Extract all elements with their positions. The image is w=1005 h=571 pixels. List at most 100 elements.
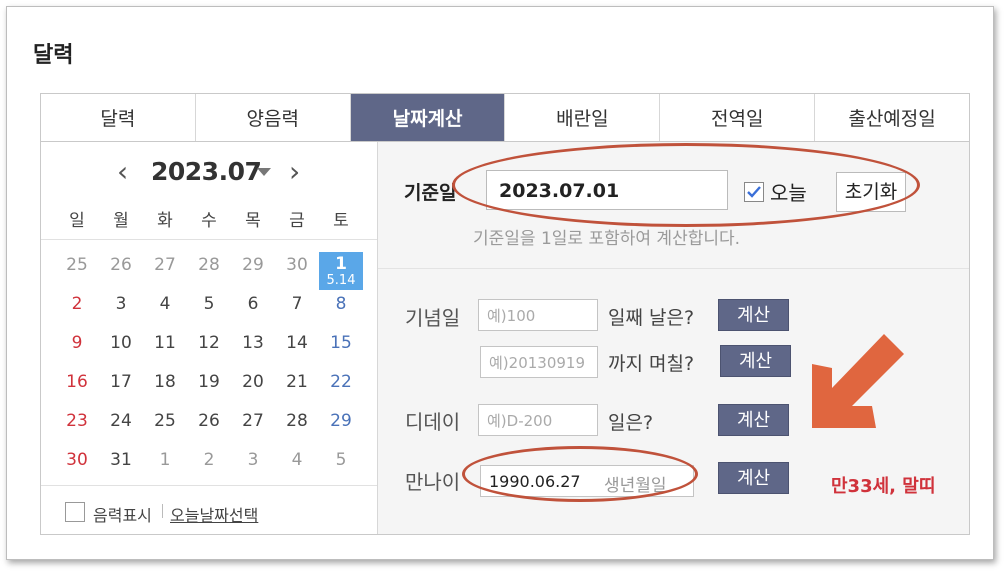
day-cell[interactable]: 4 [143, 293, 187, 315]
weekday-label: 월 [113, 211, 129, 231]
day-cell[interactable]: 1 [143, 449, 187, 471]
calendar-week: 2 3 4 5 6 7 8 [55, 293, 363, 332]
anniversary-days-input[interactable]: 예)100 [478, 299, 598, 331]
divider [41, 485, 377, 486]
day-cell[interactable]: 22 [319, 371, 363, 393]
day-cell[interactable]: 27 [143, 254, 187, 276]
day-cell[interactable]: 28 [187, 254, 231, 276]
calendar-week: 23 24 25 26 27 28 29 [55, 410, 363, 449]
anniversary-label: 기념일 [405, 306, 461, 330]
lunar-display-checkbox[interactable] [65, 502, 85, 522]
day-cell[interactable]: 21 [275, 371, 319, 393]
day-cell[interactable]: 2 [187, 449, 231, 471]
day-cell[interactable]: 16 [55, 371, 99, 393]
birthdate-placeholder: 생년월일 [604, 476, 667, 496]
tab-bar: 달력 양음력 날짜계산 배란일 전역일 출산예정일 [41, 94, 969, 142]
ref-date-input[interactable]: 2023.07.01 [486, 170, 728, 210]
day-cell[interactable]: 11 [143, 332, 187, 354]
day-cell[interactable]: 17 [99, 371, 143, 393]
chevron-right-icon[interactable]: › [289, 156, 300, 188]
day-cell[interactable]: 29 [231, 254, 275, 276]
month-header: ‹ 2023.07 › [41, 156, 377, 188]
day-cell[interactable]: 30 [275, 254, 319, 276]
day-cell[interactable]: 28 [275, 410, 319, 432]
day-cell[interactable]: 26 [187, 410, 231, 432]
separator [162, 504, 163, 518]
weekday-label: 화 [157, 211, 173, 231]
calendar-week: 16 17 18 19 20 21 22 [55, 371, 363, 410]
weekday-label: 토 [333, 211, 349, 231]
anniversary-calc-button[interactable]: 계산 [718, 299, 789, 331]
until-date-input[interactable]: 예)20130919 [480, 346, 598, 378]
weekday-label: 수 [201, 211, 217, 231]
day-cell[interactable]: 31 [99, 449, 143, 471]
day-cell[interactable]: 14 [275, 332, 319, 354]
chevron-down-icon[interactable] [257, 168, 271, 176]
tab-calendar[interactable]: 달력 [41, 94, 196, 141]
day-cell[interactable]: 30 [55, 449, 99, 471]
tab-date-calc[interactable]: 날짜계산 [350, 94, 506, 141]
day-cell[interactable]: 12 [187, 332, 231, 354]
today-lunar-date: 5.14 [326, 273, 356, 288]
age-label: 만나이 [405, 470, 461, 494]
day-cell[interactable]: 18 [143, 371, 187, 393]
weekday-label: 금 [289, 211, 305, 231]
day-cell[interactable]: 25 [55, 254, 99, 276]
day-cell[interactable]: 25 [143, 410, 187, 432]
calendar-widget: 달력 양음력 날짜계산 배란일 전역일 출산예정일 ‹ 2023.07 › 일 … [40, 93, 970, 535]
divider [41, 239, 377, 240]
day-cell[interactable]: 13 [231, 332, 275, 354]
weekday-label: 일 [69, 211, 85, 231]
dday-suffix: 일은? [608, 412, 654, 434]
until-suffix: 까지 며칠? [608, 353, 695, 375]
until-calc-button[interactable]: 계산 [720, 345, 791, 377]
reset-button[interactable]: 초기화 [836, 172, 906, 212]
day-cell[interactable]: 10 [99, 332, 143, 354]
day-cell[interactable]: 24 [99, 410, 143, 432]
birthdate-value: 1990.06.27 [489, 472, 581, 491]
today-checkbox-label[interactable]: 오늘 [770, 177, 807, 206]
day-cell[interactable]: 5 [187, 293, 231, 315]
day-cell[interactable]: 27 [231, 410, 275, 432]
weekday-label: 목 [245, 211, 261, 231]
day-cell-today[interactable]: 1 5.14 [319, 252, 363, 290]
divider [378, 268, 969, 269]
chevron-left-icon[interactable]: ‹ [117, 156, 128, 188]
month-label[interactable]: 2023.07 [151, 156, 262, 188]
weekday-header: 일 월 화 수 목 금 토 [55, 206, 363, 231]
today-checkbox[interactable] [744, 182, 764, 202]
day-cell[interactable]: 23 [55, 410, 99, 432]
day-cell[interactable]: 2 [55, 293, 99, 315]
day-cell[interactable]: 4 [275, 449, 319, 471]
birthdate-input[interactable]: 1990.06.27 생년월일 [480, 465, 694, 497]
tab-discharge[interactable]: 전역일 [660, 94, 816, 141]
ref-date-label: 기준일 [404, 182, 457, 204]
day-cell[interactable]: 8 [319, 293, 363, 315]
day-cell[interactable]: 6 [231, 293, 275, 315]
dday-input[interactable]: 예)D-200 [478, 404, 598, 436]
anniversary-suffix: 일째 날은? [608, 307, 695, 329]
day-cell[interactable]: 19 [187, 371, 231, 393]
tab-lunar-solar[interactable]: 양음력 [195, 94, 351, 141]
day-cell[interactable]: 5 [319, 449, 363, 471]
day-cell[interactable]: 29 [319, 410, 363, 432]
lunar-display-label[interactable]: 음력표시 [93, 502, 152, 526]
age-result: 만33세, 말띠 [831, 476, 936, 497]
calendar-week: 9 10 11 12 13 14 15 [55, 332, 363, 371]
select-today-link[interactable]: 오늘날짜선택 [170, 502, 258, 526]
age-calc-button[interactable]: 계산 [718, 462, 789, 494]
calendar-window: 달력 달력 양음력 날짜계산 배란일 전역일 출산예정일 ‹ 2023.07 ›… [6, 6, 994, 560]
day-cell[interactable]: 15 [319, 332, 363, 354]
day-cell[interactable]: 9 [55, 332, 99, 354]
calendar-week: 25 26 27 28 29 30 1 5.14 [55, 252, 363, 293]
tab-due-date[interactable]: 출산예정일 [815, 94, 969, 141]
checkmark-icon [747, 186, 761, 198]
day-cell[interactable]: 3 [99, 293, 143, 315]
day-cell[interactable]: 26 [99, 254, 143, 276]
day-cell[interactable]: 3 [231, 449, 275, 471]
calendar-grid: 25 26 27 28 29 30 1 5.14 2 3 4 5 6 7 8 9… [55, 252, 363, 488]
day-cell[interactable]: 7 [275, 293, 319, 315]
day-cell[interactable]: 20 [231, 371, 275, 393]
dday-calc-button[interactable]: 계산 [718, 404, 789, 436]
tab-ovulation[interactable]: 배란일 [505, 94, 661, 141]
